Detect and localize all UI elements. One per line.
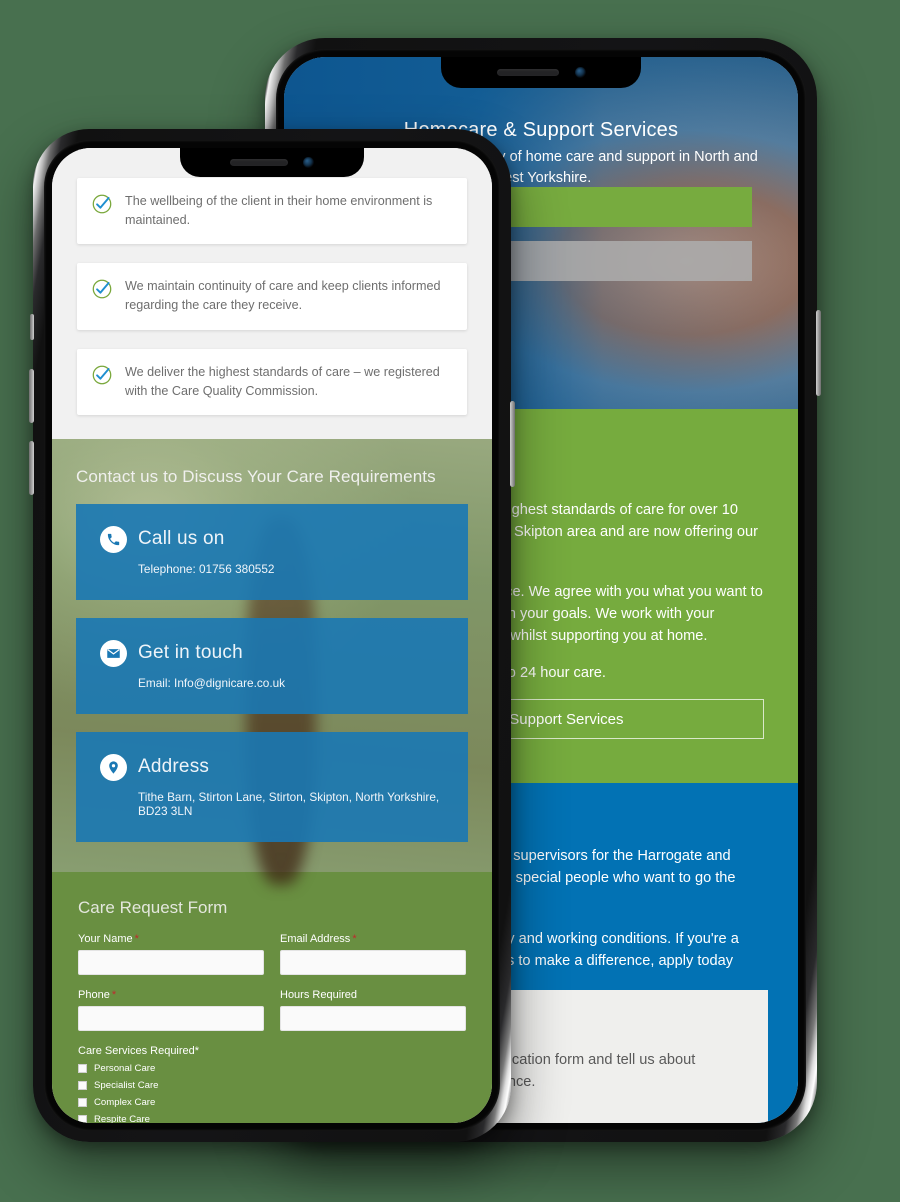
promise-text: We maintain continuity of care and keep … bbox=[125, 279, 441, 313]
field-label: Hours Required bbox=[280, 989, 466, 1001]
field-label: Phone * bbox=[78, 989, 264, 1001]
required-marker: * bbox=[194, 1044, 200, 1057]
field-label-text: Hours Required bbox=[280, 988, 358, 1001]
contact-section: Contact us to Discuss Your Care Requirem… bbox=[52, 439, 492, 872]
care-services-required-label-text: Care Services Required bbox=[78, 1044, 195, 1057]
front-phone-volume-up-button[interactable] bbox=[29, 369, 34, 423]
field-phone: Phone * bbox=[78, 989, 264, 1031]
field-your-name: Your Name * bbox=[78, 933, 264, 975]
contact-card-title: Address bbox=[138, 756, 210, 778]
checkbox-label: Specialist Care bbox=[94, 1079, 159, 1091]
back-phone-notch bbox=[441, 57, 641, 88]
front-camera-icon bbox=[574, 67, 586, 78]
contact-card-phone[interactable]: Call us on Telephone: 01756 380552 bbox=[76, 503, 468, 600]
front-phone-device: The wellbeing of the client in their hom… bbox=[29, 129, 515, 1142]
hours-required-input[interactable] bbox=[280, 1005, 466, 1031]
field-label-text: Email Address bbox=[280, 932, 351, 945]
promise-item: We maintain continuity of care and keep … bbox=[77, 263, 467, 330]
checkbox-complex-care[interactable]: Complex Care bbox=[78, 1097, 466, 1108]
checkbox-specialist-care[interactable]: Specialist Care bbox=[78, 1080, 466, 1091]
contact-card-header: Address bbox=[100, 753, 444, 781]
front-camera-icon bbox=[303, 157, 314, 168]
checkbox-icon[interactable] bbox=[78, 1097, 87, 1107]
contact-card-email[interactable]: Get in touch Email: Info@dignicare.co.uk bbox=[76, 617, 468, 714]
checkbox-personal-care[interactable]: Personal Care bbox=[78, 1063, 466, 1074]
map-pin-icon bbox=[100, 753, 127, 781]
checkbox-icon[interactable] bbox=[78, 1080, 87, 1090]
checkbox-label: Personal Care bbox=[94, 1062, 156, 1074]
contact-heading: Contact us to Discuss Your Care Requirem… bbox=[76, 466, 436, 486]
back-phone-power-button[interactable] bbox=[816, 310, 821, 396]
care-services-required-label: Care Services Required* bbox=[78, 1045, 466, 1057]
checkbox-respite-care[interactable]: Respite Care bbox=[78, 1114, 466, 1123]
field-label: Your Name * bbox=[78, 933, 264, 945]
phone-input[interactable] bbox=[78, 1005, 264, 1031]
required-marker: * bbox=[352, 932, 357, 945]
email-address-input[interactable] bbox=[280, 949, 466, 975]
earpiece-speaker-icon bbox=[230, 159, 288, 166]
checkbox-label: Complex Care bbox=[94, 1096, 156, 1108]
front-phone-notch bbox=[180, 148, 364, 177]
form-row: Your Name * Email Address * bbox=[78, 933, 466, 975]
checkbox-icon[interactable] bbox=[78, 1063, 87, 1073]
front-phone-mute-switch[interactable] bbox=[30, 314, 34, 340]
required-marker: * bbox=[111, 988, 117, 1001]
contact-card-header: Get in touch bbox=[100, 639, 444, 667]
check-circle-icon bbox=[91, 193, 113, 230]
field-label: Email Address * bbox=[280, 933, 466, 945]
field-email-address: Email Address * bbox=[280, 933, 466, 975]
check-circle-icon bbox=[91, 364, 113, 401]
promises-list: The wellbeing of the client in their hom… bbox=[52, 148, 492, 439]
envelope-icon bbox=[100, 639, 127, 667]
contact-card-title: Get in touch bbox=[138, 642, 243, 664]
earpiece-speaker-icon bbox=[496, 69, 559, 76]
contact-card-address[interactable]: Address Tithe Barn, Stirton Lane, Stirto… bbox=[76, 731, 468, 842]
form-row: Phone * Hours Required bbox=[78, 989, 466, 1031]
front-phone-screen: The wellbeing of the client in their hom… bbox=[52, 148, 492, 1123]
contact-card-detail: Telephone: 01756 380552 bbox=[138, 561, 275, 576]
promise-item: We deliver the highest standards of care… bbox=[77, 348, 467, 415]
contact-card-header: Call us on bbox=[100, 525, 444, 553]
your-name-input[interactable] bbox=[78, 949, 264, 975]
check-circle-icon bbox=[91, 278, 113, 315]
phone-icon bbox=[100, 525, 127, 553]
promise-text: The wellbeing of the client in their hom… bbox=[125, 194, 433, 228]
front-phone-power-button[interactable] bbox=[510, 401, 515, 487]
care-request-form-heading: Care Request Form bbox=[78, 897, 228, 917]
field-label-text: Phone bbox=[78, 988, 110, 1001]
field-label-text: Your Name bbox=[78, 932, 133, 945]
contact-card-title: Call us on bbox=[138, 528, 225, 550]
contact-card-detail: Tithe Barn, Stirton Lane, Stirton, Skipt… bbox=[138, 789, 440, 818]
care-request-form: Care Request Form Your Name * Email Addre… bbox=[52, 871, 492, 1123]
front-phone-volume-down-button[interactable] bbox=[29, 441, 34, 495]
promise-text: We deliver the highest standards of care… bbox=[125, 364, 440, 398]
promise-item: The wellbeing of the client in their hom… bbox=[77, 178, 467, 245]
field-hours-required: Hours Required bbox=[280, 989, 466, 1031]
checkbox-label: Respite Care bbox=[94, 1113, 150, 1123]
required-marker: * bbox=[134, 932, 139, 945]
contact-card-detail: Email: Info@dignicare.co.uk bbox=[138, 675, 286, 690]
